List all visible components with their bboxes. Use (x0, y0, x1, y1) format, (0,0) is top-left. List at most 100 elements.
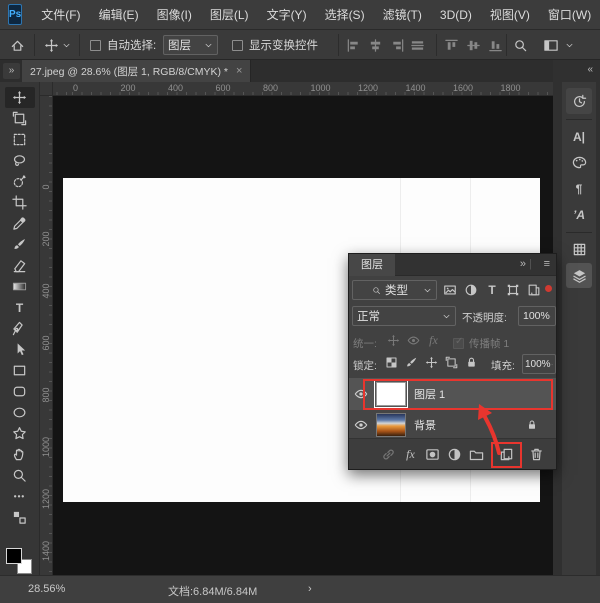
ellipse-tool[interactable] (5, 402, 35, 423)
fill-dropdown[interactable]: 100% (522, 354, 556, 374)
layer-thumbnail[interactable] (376, 382, 406, 406)
filter-toggle-icon[interactable] (545, 285, 552, 292)
marquee-tool[interactable] (5, 129, 35, 150)
lasso-tool[interactable] (5, 150, 35, 171)
history-panel-button[interactable] (566, 88, 592, 114)
menu-edit[interactable]: 编辑(E) (90, 0, 148, 30)
lock-checker-icon[interactable] (385, 356, 398, 369)
move-tool-icon[interactable] (44, 38, 59, 53)
glyphs-panel-button[interactable]: ʼA (566, 202, 592, 227)
filter-typefilter-icon[interactable]: T (485, 283, 499, 297)
delete-layer-button[interactable] (529, 447, 544, 462)
quick-select-tool[interactable] (5, 171, 35, 192)
lock-frame-icon[interactable] (445, 356, 458, 369)
unify-eye-icon[interactable] (407, 334, 420, 347)
gradient-tool[interactable] (5, 276, 35, 297)
menu-filter[interactable]: 滤镜(T) (374, 0, 431, 30)
character-panel-button[interactable]: A| (566, 124, 592, 149)
tab-close-icon[interactable]: × (236, 65, 242, 77)
align-bottom-icon[interactable] (488, 38, 503, 53)
eyedropper-tool[interactable] (5, 213, 35, 234)
add-mask-button[interactable] (425, 447, 440, 462)
filter-imgfilter-icon[interactable] (443, 283, 457, 297)
menu-layer[interactable]: 图层(L) (201, 0, 258, 30)
character-styles-panel-button[interactable] (566, 237, 592, 262)
show-transform-checkbox[interactable] (232, 40, 243, 51)
menu-file[interactable]: 文件(F) (32, 0, 89, 30)
layers-panel-button-button[interactable] (566, 263, 592, 288)
menu-type[interactable]: 文字(Y) (258, 0, 316, 30)
menu-bar: 文件(F)编辑(E)图像(I)图层(L)文字(Y)选择(S)滤镜(T)3D(D)… (32, 0, 600, 29)
color-panel-button[interactable] (566, 150, 592, 175)
filter-adjust-icon[interactable] (464, 283, 478, 297)
crop-tool[interactable] (5, 192, 35, 213)
menu-view[interactable]: 视图(V) (481, 0, 539, 30)
hamburger-menu-icon[interactable]: ≡ (544, 258, 550, 270)
link-layers-button[interactable] (381, 447, 396, 462)
new-layer-button[interactable] (499, 447, 514, 462)
menu-image[interactable]: 图像(I) (148, 0, 201, 30)
workspace-icon[interactable] (541, 38, 561, 53)
lock-lockfill-icon[interactable] (465, 356, 478, 369)
rounded-rect-tool[interactable] (5, 381, 35, 402)
menu-window[interactable]: 窗口(W) (539, 0, 600, 30)
lock-move-icon[interactable] (425, 356, 438, 369)
layer-row-background[interactable]: 背景 (349, 410, 556, 440)
pen-tool[interactable] (5, 318, 35, 339)
chevron-down-icon[interactable] (62, 41, 71, 50)
zoom-tool[interactable] (5, 465, 35, 486)
distribute-icon[interactable] (410, 38, 425, 53)
edit-toolbar[interactable]: ••• (5, 486, 35, 507)
propagate-frame-checkbox[interactable] (453, 338, 464, 349)
search-icon[interactable] (513, 38, 528, 53)
layer-thumbnail[interactable] (376, 413, 406, 437)
new-group-button[interactable] (469, 447, 484, 462)
layer-name[interactable]: 背景 (414, 417, 436, 433)
auto-select-checkbox[interactable] (90, 40, 101, 51)
blend-mode-dropdown[interactable]: 正常 (352, 306, 456, 326)
path-select-tool[interactable] (5, 339, 35, 360)
layers-panel-tab[interactable]: 图层 (349, 254, 395, 276)
unify-move-icon[interactable] (387, 334, 400, 347)
auto-select-dropdown[interactable]: 图层 (163, 35, 218, 55)
brush-tool[interactable] (5, 234, 35, 255)
hand-tool[interactable] (5, 444, 35, 465)
align-right-icon[interactable] (390, 38, 405, 53)
document-tab[interactable]: 27.jpeg @ 28.6% (图层 1, RGB/8/CMYK) * × (22, 60, 251, 82)
lock-brush-icon[interactable] (405, 356, 418, 369)
collapse-dock-button[interactable]: « (587, 64, 593, 75)
swap-colors[interactable] (5, 507, 35, 528)
paragraph-panel-button[interactable]: ¶ (566, 176, 592, 201)
type-tool[interactable]: T (5, 297, 35, 318)
layer-name[interactable]: 图层 1 (414, 386, 445, 402)
foreground-color-swatch[interactable] (6, 548, 22, 564)
filter-smartobj-icon[interactable] (527, 283, 541, 297)
align-top-icon[interactable] (444, 38, 459, 53)
new-adjustment-button[interactable] (447, 447, 462, 462)
frame-tool[interactable] (5, 108, 35, 129)
align-middle-icon[interactable] (466, 38, 481, 53)
custom-shape-tool[interactable] (5, 423, 35, 444)
layer-filter-dropdown[interactable]: 类型 (352, 280, 437, 300)
status-chevron-icon[interactable]: › (308, 583, 312, 595)
opacity-dropdown[interactable]: 100% (518, 306, 556, 326)
menu-select[interactable]: 选择(S) (316, 0, 374, 30)
expand-toolbar-button[interactable]: » (3, 63, 20, 79)
menu-3d[interactable]: 3D(D) (431, 0, 481, 30)
chevron-down-icon[interactable] (565, 41, 574, 50)
chevrons-right-icon[interactable]: » (520, 258, 526, 270)
align-left-icon[interactable] (346, 38, 361, 53)
filter-shapefilter-icon[interactable] (506, 283, 520, 297)
rectangle-tool[interactable] (5, 360, 35, 381)
layer-style-button[interactable]: fx (403, 447, 418, 462)
visibility-eye-icon[interactable] (354, 387, 368, 401)
show-transform-label: 显示变换控件 (249, 37, 318, 53)
eraser-tool[interactable] (5, 255, 35, 276)
layer-row-layer1[interactable]: 图层 1 (349, 378, 556, 410)
align-center-icon[interactable] (368, 38, 383, 53)
visibility-eye-icon[interactable] (354, 418, 368, 432)
move-tool[interactable] (5, 87, 35, 108)
unify-fx-icon[interactable]: fx (427, 334, 440, 347)
zoom-level[interactable]: 28.56% (28, 583, 65, 595)
home-icon[interactable] (10, 38, 25, 53)
